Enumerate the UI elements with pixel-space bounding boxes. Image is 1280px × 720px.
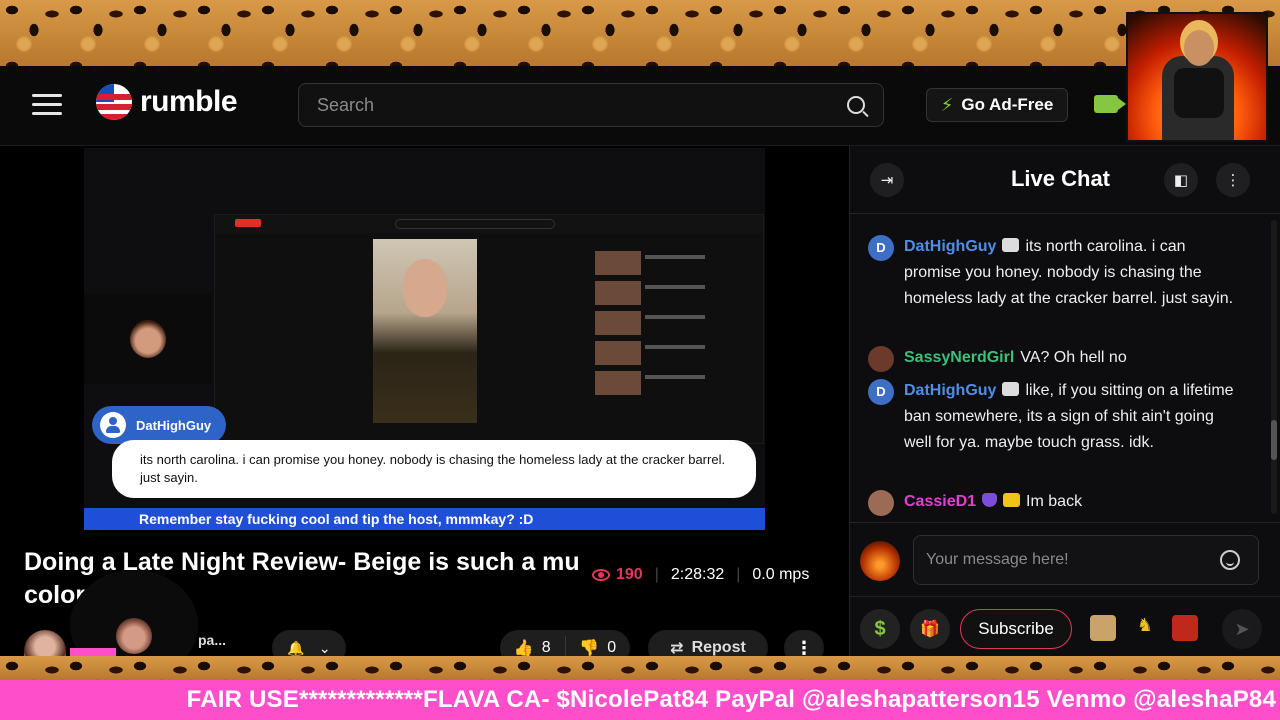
chat-username[interactable]: CassieD1	[904, 493, 976, 510]
chat-avatar: D	[868, 379, 894, 405]
repost-icon: ⇄	[670, 640, 684, 657]
gift-icon[interactable]: 🎁	[910, 609, 950, 649]
chat-message: CassieD1 Im back	[868, 489, 1238, 516]
chat-menu-icon[interactable]: ⋮	[1216, 163, 1250, 197]
thumbs-down-icon: 👎	[579, 640, 600, 657]
go-ad-free-label: Go Ad-Free	[961, 95, 1054, 114]
dislike-button[interactable]: 👎 0	[566, 638, 631, 658]
send-icon[interactable]: ➤	[1222, 609, 1262, 649]
brand-name: rumble	[140, 85, 238, 118]
site-header: rumble ⚡ Go Ad-Free	[0, 66, 1280, 146]
video-player[interactable]: DatHighGuy its north carolina. i can pro…	[84, 148, 765, 530]
search-icon[interactable]	[847, 96, 865, 114]
go-live-camera-icon[interactable]	[1094, 95, 1126, 113]
dislike-count: 0	[607, 639, 617, 656]
shield-badge-icon	[982, 493, 998, 507]
chat-compose	[850, 522, 1280, 596]
shared-screen-search	[395, 219, 555, 229]
stream-banner: Remember stay fucking cool and tip the h…	[84, 508, 765, 530]
view-count: 190	[616, 566, 643, 583]
webcam-feed	[84, 294, 212, 384]
chat-scrollbar[interactable]	[1271, 220, 1277, 514]
lightning-icon: ⚡	[940, 94, 954, 115]
thumbnail	[595, 371, 705, 395]
chat-message: D DatHighGuy its north carolina. i can pr…	[868, 234, 1238, 312]
go-ad-free-button[interactable]: ⚡ Go Ad-Free	[926, 88, 1068, 122]
chat-avatar	[868, 346, 894, 372]
eye-icon	[592, 569, 610, 581]
duration: 2:28:32	[670, 566, 725, 583]
ticker-text: FAIR USE*************FLAVA CA- $NicolePa…	[186, 686, 1276, 713]
emote-icon[interactable]	[1090, 615, 1116, 641]
ticker-bar: FAIR USE*************FLAVA CA- $NicolePa…	[0, 680, 1280, 720]
chat-title: Live Chat	[1010, 166, 1111, 191]
rumble-logo[interactable]: rumble	[96, 84, 238, 120]
like-count: 8	[541, 639, 551, 656]
avatar-head	[1184, 30, 1214, 66]
avatar-body	[1174, 68, 1224, 118]
chat-message-input[interactable]	[913, 535, 1259, 585]
chat-text: Im back	[1026, 493, 1083, 510]
tip-dollar-icon[interactable]: $	[860, 609, 900, 649]
chat-messages[interactable]: D DatHighGuy its north carolina. i can pr…	[850, 214, 1280, 522]
chevron-down-icon: ⌄	[318, 639, 331, 656]
leopard-overlay-bottom	[0, 656, 1280, 680]
screen: rumble ⚡ Go Ad-Free	[0, 0, 1280, 720]
video-stats: 190 | 2:28:32 | 0.0 mps	[592, 566, 809, 584]
search-box	[298, 83, 884, 127]
badge-icon	[1002, 382, 1020, 396]
overlay-chat-user-pill: DatHighGuy	[92, 406, 226, 444]
subscribe-button[interactable]: Subscribe	[960, 609, 1072, 649]
rumble-logo-icon	[96, 84, 132, 120]
chat-header: ⇥ Live Chat ◧ ⋮	[850, 146, 1280, 214]
chat-message: D DatHighGuy like, if you sitting on a li…	[868, 378, 1238, 456]
chat-message: SassyNerdGirl VA? Oh hell no	[868, 345, 1238, 372]
shared-screen-thumbnails	[595, 251, 705, 401]
thumbs-up-icon: 👍	[513, 640, 534, 657]
bell-icon: 🔔	[287, 639, 305, 656]
messages-per-second: 0.0 mps	[752, 566, 810, 583]
user-icon	[100, 412, 126, 438]
shared-screen	[214, 214, 764, 444]
thumbnail	[595, 281, 705, 305]
chat-text: VA? Oh hell no	[1020, 349, 1127, 366]
divider: |	[736, 566, 741, 583]
emote-icon[interactable]	[1172, 615, 1198, 641]
channel-name[interactable]: pa...	[198, 632, 226, 648]
overlay-chat-username: DatHighGuy	[136, 417, 212, 433]
chat-avatar	[868, 490, 894, 516]
thumbnail	[595, 311, 705, 335]
thumbnail	[595, 341, 705, 365]
chat-username[interactable]: DatHighGuy	[904, 382, 996, 399]
leopard-overlay-top	[0, 0, 1280, 66]
my-avatar	[860, 541, 900, 581]
divider: |	[654, 566, 659, 583]
popout-chat-icon[interactable]: ◧	[1164, 163, 1198, 197]
emoji-icon[interactable]	[1220, 550, 1240, 570]
gold-badge-icon	[1003, 493, 1021, 507]
overlay-chat-message: its north carolina. i can promise you ho…	[112, 440, 756, 498]
shared-screen-logo	[235, 219, 261, 227]
chat-action-bar: $ 🎁 Subscribe ♞ ➤	[850, 596, 1280, 656]
emote-icon[interactable]: ♞	[1132, 615, 1158, 641]
live-chat-panel: ⇥ Live Chat ◧ ⋮ D DatHighGuy its north ca…	[849, 146, 1280, 656]
shared-screen-video	[373, 239, 477, 423]
chat-username[interactable]: DatHighGuy	[904, 238, 996, 255]
search-input[interactable]	[317, 94, 847, 116]
streamer-avatar-overlay	[1126, 12, 1268, 142]
chat-avatar: D	[868, 235, 894, 261]
menu-icon[interactable]	[32, 94, 62, 116]
like-button[interactable]: 👍 8	[500, 638, 565, 658]
badge-icon	[1002, 238, 1020, 252]
chat-username[interactable]: SassyNerdGirl	[904, 349, 1014, 366]
thumbnail	[595, 251, 705, 275]
repost-label: Repost	[691, 639, 746, 656]
